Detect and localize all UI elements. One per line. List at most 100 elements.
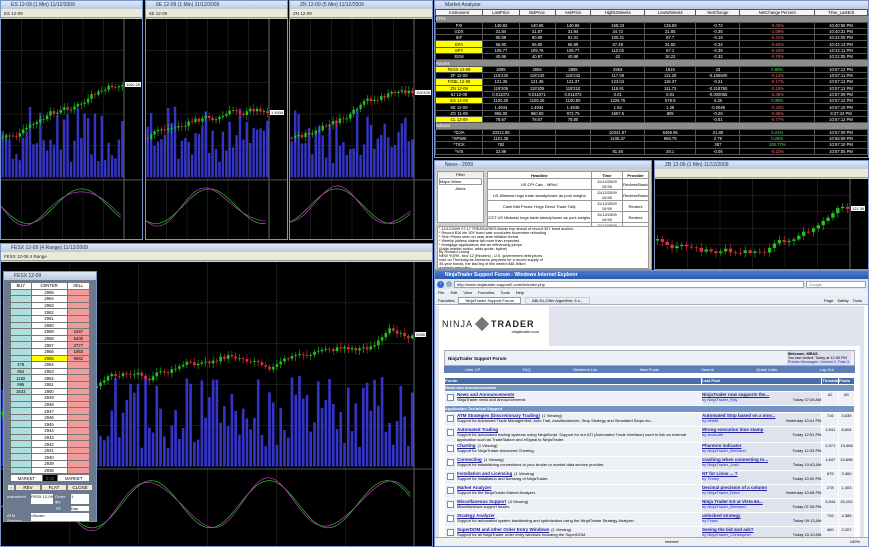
price-cell[interactable]: 2963 [30,301,68,310]
forum-category[interactable]: News and Announcements [444,384,855,392]
menu-file[interactable]: File [438,289,444,296]
price-cell[interactable]: 2957 [30,341,68,349]
sell-cell[interactable]: 2777 [66,341,91,349]
market-analyzer-window[interactable]: Market Analyzer Instrument LastPrice BidPr… [434,0,869,158]
ninjatrader-logo[interactable]: NINJA TRADER ninjatrader.com [439,306,549,346]
headline-row[interactable]: US CPI Calc - MRsV11/12/2009 10:55Reuter… [487,178,649,190]
buy-cell[interactable] [10,413,32,422]
tab-active[interactable]: NinjaTrader Support Forum [458,296,521,304]
buy-cell[interactable] [10,341,32,349]
ladder-row[interactable]: 2964 [10,295,91,303]
forum-name[interactable]: NinjaTrader Support Forum [448,356,507,361]
market-analyzer-grid[interactable]: Instrument LastPrice BidPrice AskPrice High5… [435,8,868,155]
buy-cell[interactable] [10,400,32,409]
last-post-author[interactable]: by arnaudlfr [702,432,723,437]
buy-cell[interactable]: 995 [10,380,32,389]
ladder-row[interactable]: 2956 1563 [10,347,91,356]
price-cell[interactable]: 2940 [30,453,68,462]
buy-cell[interactable] [10,440,32,448]
price-cell[interactable]: 2945 [30,420,68,429]
buy-cell[interactable] [10,420,32,429]
nav-link[interactable]: User CP [465,366,480,373]
buy-cell[interactable]: 1633 [10,387,32,396]
ladder-row[interactable]: 2946 [10,413,91,422]
buy-cell[interactable] [10,354,32,363]
small-chart-window[interactable]: ZB 12-09 (1 Min) 11/12/2009 121.36 [654,160,869,270]
safety-menu[interactable]: Safety [837,298,848,303]
price-cell[interactable]: 2943 [30,433,68,442]
address-bar[interactable]: http://www.ninjatrader-support2.com/vb/i… [454,280,804,288]
sell-cell[interactable] [66,301,91,310]
sell-cell[interactable]: 9862 [66,354,91,363]
nav-link[interactable]: New Posts [640,366,659,373]
price-cell[interactable]: 2944 [30,427,68,435]
price-cell[interactable]: 2948 [30,400,68,409]
chart-window-1[interactable]: ES 12-09 (1 Min) 11/12/2009 ES 12-09 110… [0,0,143,240]
order-qty-input[interactable]: 1 [71,493,89,504]
ladder-row[interactable]: 2961 [10,314,91,323]
dom-window[interactable]: FESX 12-09 BUY CENTER SELL 2965 2964 2963 296… [3,271,97,522]
instrument-row[interactable]: ^VIX 22.89 81.48 20.1 -0.05 -0.22% 10:57:05 PM [435,147,868,155]
sell-cell[interactable] [66,394,91,402]
chart-window-2[interactable]: 6E 12-09 (1 Min) 11/12/2009 6E 12-09 1.4… [145,0,288,240]
last-post-author[interactable]: by NinjaTrader_Bertrand [702,448,746,453]
market-sell-button[interactable]: MARKET [57,474,90,482]
news-column-header[interactable]: Time [590,171,624,179]
sell-cell[interactable] [66,460,91,468]
chart-toolbar[interactable]: FESX 12-09 4 Range [1,252,432,261]
buy-cell[interactable] [10,466,32,475]
last-post-author[interactable]: by Timmy [702,476,719,481]
chart-toolbar[interactable]: ZN 12-09 [290,9,432,18]
favorites-button[interactable]: Favorites [438,298,454,303]
headline-row[interactable]: CST US Midwest hogs trade steady/lower a… [487,211,649,223]
price-ladder[interactable]: BUY CENTER SELL 2965 2964 2963 2962 2961 2960 29… [10,282,91,475]
last-post-author[interactable]: by NinjaTrader_Ray [702,397,737,402]
ladder-row[interactable]: 2957 2777 [10,341,91,349]
back-icon[interactable]: ‹ [437,280,444,288]
price-chart[interactable]: 119'205 [290,19,432,239]
flatten-button[interactable]: FLAT [42,484,66,490]
price-chart[interactable]: 121.36 [655,179,868,269]
ladder-row[interactable]: 1633 2950 [10,387,91,396]
ladder-row[interactable]: 2965 [10,288,91,297]
buy-cell[interactable]: 476 [10,361,32,369]
sell-cell[interactable] [66,321,91,330]
buy-cell[interactable] [10,334,32,343]
price-cell[interactable]: 2951 [30,380,68,389]
buy-cell[interactable] [10,295,32,303]
price-cell[interactable]: 2961 [30,314,68,323]
buy-cell[interactable] [10,460,32,468]
buy-cell[interactable] [10,301,32,310]
sell-cell[interactable] [66,453,91,462]
ladder-row[interactable]: 2947 [10,407,91,415]
ladder-row[interactable]: 2962 [10,308,91,316]
price-cell[interactable]: 2960 [30,321,68,330]
price-cell[interactable]: 2956 [30,347,68,356]
sell-cell[interactable] [66,440,91,448]
sell-cell[interactable]: 5405 [66,334,91,343]
buy-cell[interactable] [10,308,32,316]
sell-cell[interactable] [66,314,91,323]
buy-cell[interactable] [10,446,32,455]
forum-category[interactable]: Application Technical Support [444,405,855,413]
sell-cell[interactable] [66,427,91,435]
news-column-header[interactable]: Headline [487,171,592,179]
ladder-row[interactable]: 2955 9862 [10,354,91,363]
last-post-author[interactable]: by NinjaTrader_Dierk [702,490,740,495]
ladder-row[interactable]: 476 2954 [10,361,91,369]
ladder-row[interactable]: 2942 [10,440,91,448]
page-menu[interactable]: Page [824,298,833,303]
last-post-author[interactable]: by NinjaTrader_Bertrand [702,504,746,509]
instrument-select[interactable]: FESX 12-09 [31,493,53,504]
chart-toolbar[interactable]: 6E 12-09 [146,9,287,18]
filter-item[interactable]: Alerts [438,186,483,191]
sell-cell[interactable] [66,420,91,429]
nav-link[interactable]: FAQ [523,366,531,373]
headline-row[interactable]: Cash Mkt Prices: Hogs Direct Trade Tally… [487,200,649,212]
sell-cell[interactable] [66,466,91,475]
ladder-row[interactable]: 2938 [10,466,91,475]
nav-link[interactable]: Quick Links [756,366,777,373]
browser-window[interactable]: NinjaTrader Support Forum - Windows Inte… [434,270,869,547]
buy-cell[interactable] [10,288,32,297]
price-cell[interactable]: 2938 [30,466,68,475]
